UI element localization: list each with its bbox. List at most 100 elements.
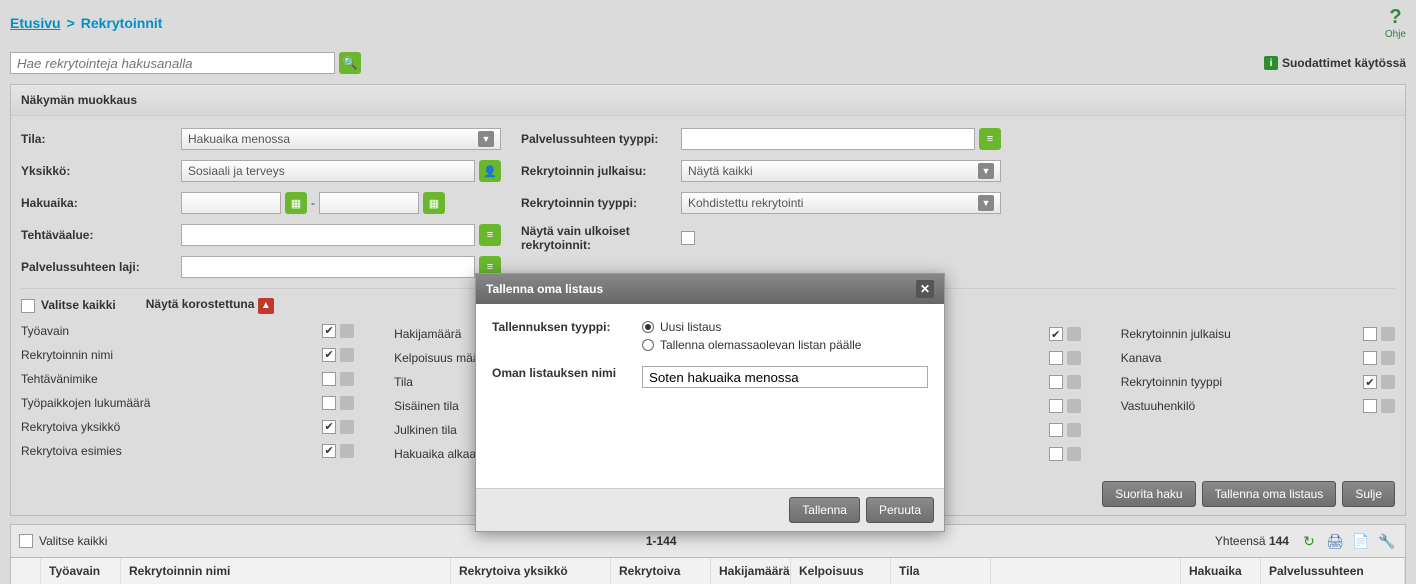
column-checkbox[interactable] [685, 351, 699, 365]
date-to-picker[interactable]: ▦ [423, 192, 445, 214]
column-item: Työavain [21, 324, 354, 338]
th-tyoavain[interactable]: Työavain [41, 558, 121, 584]
checkbox-select-all-results[interactable] [19, 534, 33, 548]
column-sort-handle[interactable] [340, 444, 354, 458]
breadcrumb-home-link[interactable]: Etusivu [10, 15, 61, 31]
column-sort-handle[interactable] [1067, 399, 1081, 413]
column-checkbox[interactable] [685, 375, 699, 389]
checkbox-select-all-cols[interactable] [21, 299, 35, 313]
help-icon: ? [1385, 6, 1406, 29]
th-hakuaika[interactable]: Hakuaika [1181, 558, 1261, 584]
select-rekrytoinnin-tyyppi-value: Kohdistettu rekrytointi [688, 196, 803, 210]
th-kelpoisuus[interactable]: Kelpoisuus [791, 558, 891, 584]
select-rekrytoinnin-julkaisu[interactable]: Näytä kaikki ▼ [681, 160, 1001, 182]
column-checkbox[interactable] [1363, 351, 1377, 365]
search-icon: 🔍 [343, 56, 358, 70]
tallenna-oma-listaus-button[interactable]: Tallenna oma listaus [1202, 481, 1337, 507]
th-rekrytoiva-yksikko[interactable]: Rekrytoiva yksikkö [451, 558, 611, 584]
column-label: Sisäinen tila [394, 399, 459, 413]
label-yksikko: Yksikkö: [21, 164, 181, 178]
column-sort-handle[interactable] [703, 327, 717, 341]
column-checkbox[interactable] [322, 348, 336, 362]
checkbox-nayta-ulkoiset[interactable] [681, 231, 695, 245]
column-checkbox[interactable] [322, 372, 336, 386]
column-sort-handle[interactable] [1381, 327, 1395, 341]
search-button[interactable]: 🔍 [339, 52, 361, 74]
column-sort-handle[interactable] [1381, 375, 1395, 389]
column-label: Julkinen tila [394, 423, 457, 437]
column-sort-handle[interactable] [1381, 351, 1395, 365]
column-checkbox[interactable] [322, 324, 336, 338]
column-checkbox[interactable] [1049, 423, 1063, 437]
info-icon: i [1264, 56, 1278, 70]
search-input[interactable] [10, 52, 335, 74]
column-sort-handle[interactable] [1067, 423, 1081, 437]
column-checkbox[interactable] [322, 444, 336, 458]
column-sort-handle[interactable] [703, 375, 717, 389]
column-sort-handle[interactable] [340, 324, 354, 338]
select-rekrytoinnin-tyyppi[interactable]: Kohdistettu rekrytointi ▼ [681, 192, 1001, 214]
palvelussuhteen-laji-picker-button[interactable]: ≡ [479, 256, 501, 278]
select-tila-value: Hakuaika menossa [188, 132, 290, 146]
date-to-input[interactable] [319, 192, 419, 214]
breadcrumb-current: Rekrytoinnit [81, 15, 163, 31]
column-sort-handle[interactable] [703, 351, 717, 365]
palvelussuhteen-tyyppi-picker-button[interactable]: ≡ [979, 128, 1001, 150]
column-checkbox[interactable] [685, 327, 699, 341]
column-item [757, 399, 1080, 413]
export-icon[interactable]: 📄 [1351, 531, 1371, 551]
help-link[interactable]: ? Ohje [1385, 6, 1406, 40]
column-checkbox[interactable] [685, 423, 699, 437]
column-item: Rekrytoinnin julkaisu [1121, 327, 1395, 341]
column-sort-handle[interactable] [340, 372, 354, 386]
yksikko-picker-button[interactable]: 👤 [479, 160, 501, 182]
input-palvelussuhteen-tyyppi[interactable] [681, 128, 975, 150]
select-tila[interactable]: Hakuaika menossa ▼ [181, 128, 501, 150]
column-checkbox[interactable] [322, 420, 336, 434]
column-sort-handle[interactable] [1381, 399, 1395, 413]
column-checkbox[interactable] [1049, 399, 1063, 413]
column-checkbox[interactable] [685, 447, 699, 461]
th-tila[interactable]: Tila [891, 558, 991, 584]
suorita-haku-button[interactable]: Suorita haku [1102, 481, 1195, 507]
settings-icon[interactable]: 🔧 [1377, 531, 1397, 551]
column-checkbox[interactable] [685, 399, 699, 413]
highlight-icon[interactable]: ▲ [258, 298, 274, 314]
sulje-button[interactable]: Sulje [1342, 481, 1395, 507]
th-hakijamaara[interactable]: Hakijamäärä [711, 558, 791, 584]
input-palvelussuhteen-laji[interactable] [181, 256, 475, 278]
column-item [757, 351, 1080, 365]
th-palvelussuhteen[interactable]: Palvelussuhteen [1261, 558, 1405, 584]
column-sort-handle[interactable] [1067, 447, 1081, 461]
results-total-value: 144 [1269, 534, 1289, 548]
column-checkbox[interactable] [1363, 375, 1377, 389]
select-yksikko[interactable]: Sosiaali ja terveys [181, 160, 475, 182]
column-checkbox[interactable] [322, 396, 336, 410]
input-tehtavaalue[interactable] [181, 224, 475, 246]
column-sort-handle[interactable] [1067, 327, 1081, 341]
column-item: Hakuaika alkaa [394, 447, 717, 461]
column-item: Rekrytoinnin tyyppi [1121, 375, 1395, 389]
print-icon[interactable]: 🖨 [1325, 531, 1345, 551]
column-checkbox[interactable] [1363, 327, 1377, 341]
column-sort-handle[interactable] [340, 348, 354, 362]
date-from-picker[interactable]: ▦ [285, 192, 307, 214]
th-rekrytoinnin-nimi[interactable]: Rekrytoinnin nimi [121, 558, 451, 584]
column-sort-handle[interactable] [1067, 351, 1081, 365]
tehtavaalue-picker-button[interactable]: ≡ [479, 224, 501, 246]
column-checkbox[interactable] [1049, 447, 1063, 461]
column-checkbox[interactable] [1049, 375, 1063, 389]
column-sort-handle[interactable] [340, 396, 354, 410]
column-sort-handle[interactable] [340, 420, 354, 434]
column-checkbox[interactable] [1363, 399, 1377, 413]
column-checkbox[interactable] [1049, 351, 1063, 365]
column-sort-handle[interactable] [703, 399, 717, 413]
column-label: Rekrytoiva yksikkö [21, 420, 120, 434]
column-sort-handle[interactable] [703, 447, 717, 461]
column-checkbox[interactable] [1049, 327, 1063, 341]
date-from-input[interactable] [181, 192, 281, 214]
th-rekrytoiva[interactable]: Rekrytoiva [611, 558, 711, 584]
column-sort-handle[interactable] [1067, 375, 1081, 389]
refresh-icon[interactable]: ↻ [1299, 531, 1319, 551]
column-sort-handle[interactable] [703, 423, 717, 437]
